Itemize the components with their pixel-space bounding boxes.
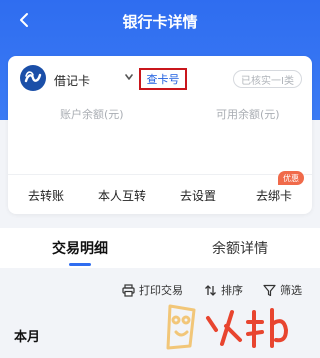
self-transfer-label: 本人互转 [97,188,146,203]
tab-transactions[interactable]: 交易明细 [0,228,160,268]
card-actions: 去转账 本人互转 去设置 去绑卡 优惠 [8,171,312,210]
verify-status-badge: 已核实一I类 [233,70,302,88]
check-card-number-button[interactable]: 查卡号 [139,68,187,90]
bind-card-button[interactable]: 去绑卡 优惠 [236,171,312,210]
sort-icon [205,284,216,296]
page-title: 银行卡详情 [122,13,198,31]
tab-balance-details[interactable]: 余额详情 [160,228,320,268]
self-transfer-button[interactable]: 本人互转 [84,180,160,210]
nav-bar: 银行卡详情 [0,0,320,44]
transfer-label: 去转账 [27,188,64,203]
watermark-logo [166,304,289,350]
account-balance-label: 账户余额(元) [60,108,124,121]
bind-card-label: 去绑卡 [255,188,292,203]
promo-badge: 优惠 [278,171,304,185]
filter-icon [263,284,276,296]
transfer-button[interactable]: 去转账 [8,180,84,210]
divider [8,174,312,175]
card-type-label[interactable]: 借记卡 [54,72,90,89]
settings-label: 去设置 [179,188,216,203]
settings-button[interactable]: 去设置 [160,180,236,210]
month-section-title: 本月 [14,330,41,345]
printer-icon [122,283,135,297]
bank-card-panel: 借记卡 查卡号 已核实一I类 账户余额(元) 可用余额(元) 去转账 本人互转 … [8,56,312,214]
tab-bar: 交易明细 余额详情 [0,228,320,268]
chevron-down-icon[interactable] [124,72,134,82]
available-balance-label: 可用余额(元) [216,108,280,121]
bank-logo-icon [20,65,46,91]
